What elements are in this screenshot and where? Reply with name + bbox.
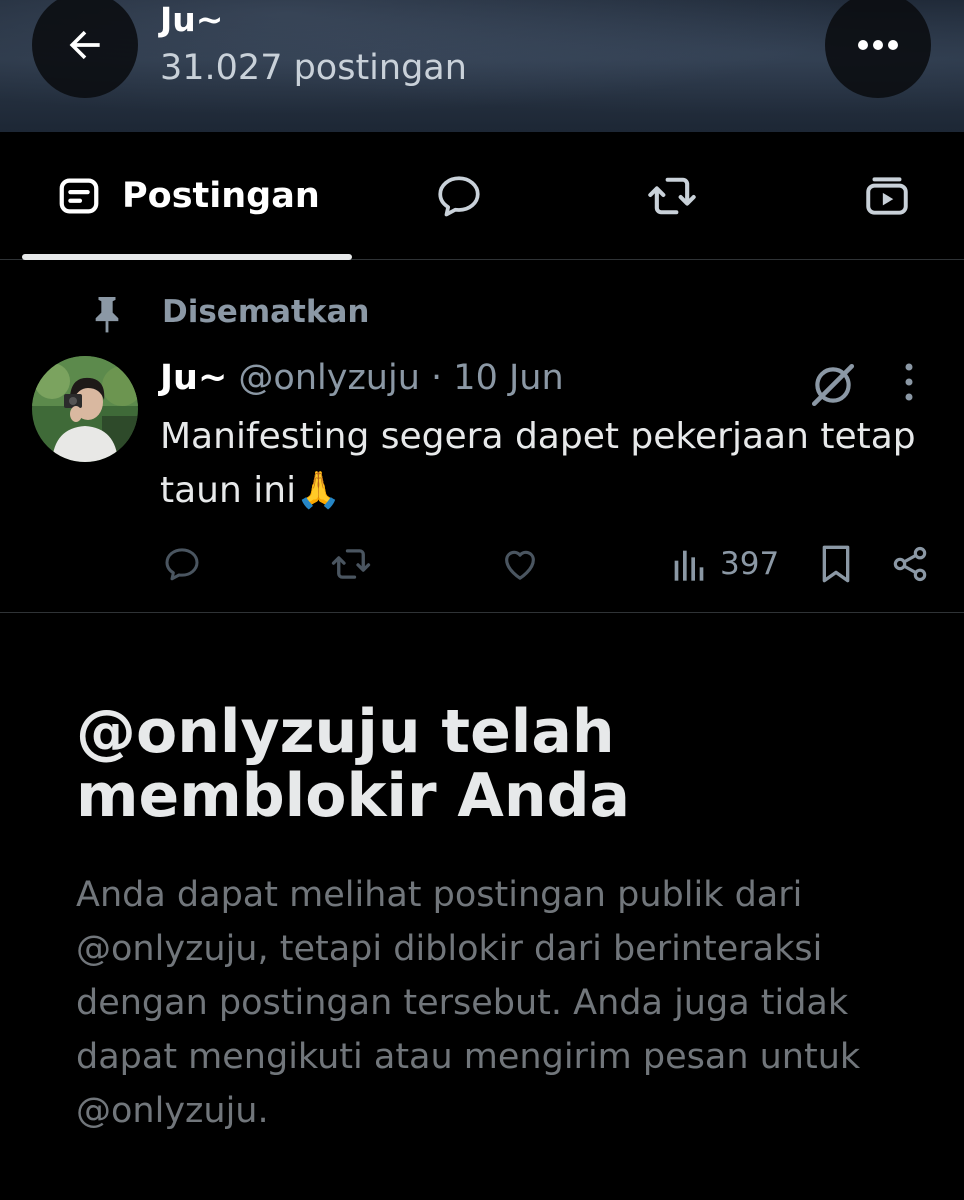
bookmark-icon [822, 545, 850, 583]
grok-icon [811, 363, 855, 407]
avatar[interactable] [32, 356, 138, 462]
more-dots-icon [858, 40, 898, 50]
pin-icon [95, 297, 119, 333]
tweet-more-button[interactable] [898, 362, 920, 406]
tab-posts-label: Postingan [122, 176, 320, 216]
vertical-dots-icon [905, 363, 913, 401]
profile-tabs: Postingan [0, 132, 964, 260]
share-icon [893, 546, 927, 582]
views-chart-icon [674, 550, 704, 581]
like-button[interactable] [500, 536, 540, 592]
bookmark-button[interactable] [818, 536, 854, 592]
header-banner [0, 0, 964, 132]
pinned-label: Disematkan [162, 294, 370, 330]
heart-icon [505, 550, 535, 580]
views-button[interactable]: 397 [670, 536, 779, 592]
tweet-author-handle[interactable]: @onlyzuju [238, 358, 420, 398]
tab-posts[interactable]: Postingan [56, 132, 320, 260]
views-count: 397 [720, 546, 780, 582]
tweet-separator: · [419, 358, 454, 398]
profile-name: Ju~ [160, 0, 224, 39]
tweet-header: Ju~ @onlyzuju · 10 Jun [160, 358, 564, 398]
replies-icon [438, 176, 480, 217]
media-icon [866, 177, 908, 215]
avatar-photo [32, 356, 138, 462]
repost-action-icon [331, 549, 371, 579]
pinned-indicator [90, 292, 124, 336]
active-tab-indicator [22, 254, 352, 260]
back-arrow-icon [69, 30, 100, 60]
blocked-description: Anda dapat melihat postingan publik dari… [76, 875, 861, 1131]
tab-replies[interactable] [434, 132, 484, 260]
tweet-text: Manifesting segera dapet pekerjaan tetap… [160, 416, 916, 511]
divider [0, 612, 964, 613]
tab-media[interactable] [862, 132, 912, 260]
blocked-title: @onlyzuju telah memblokir Anda [76, 697, 631, 831]
reply-button[interactable] [162, 536, 202, 592]
profile-header: Ju~ 31.027 postingan [0, 0, 964, 132]
tweet-date[interactable]: 10 Jun [453, 358, 563, 398]
reply-icon [165, 548, 199, 581]
repost-button[interactable] [330, 536, 372, 592]
tweet-actions: 397 [0, 536, 964, 592]
grok-button[interactable] [808, 360, 858, 414]
repost-icon [648, 177, 696, 215]
posts-icon [59, 178, 99, 214]
post-count: 31.027 postingan [160, 48, 467, 88]
tweet-author-name[interactable]: Ju~ [160, 358, 227, 398]
share-button[interactable] [890, 536, 930, 592]
tab-reposts[interactable] [646, 132, 698, 260]
